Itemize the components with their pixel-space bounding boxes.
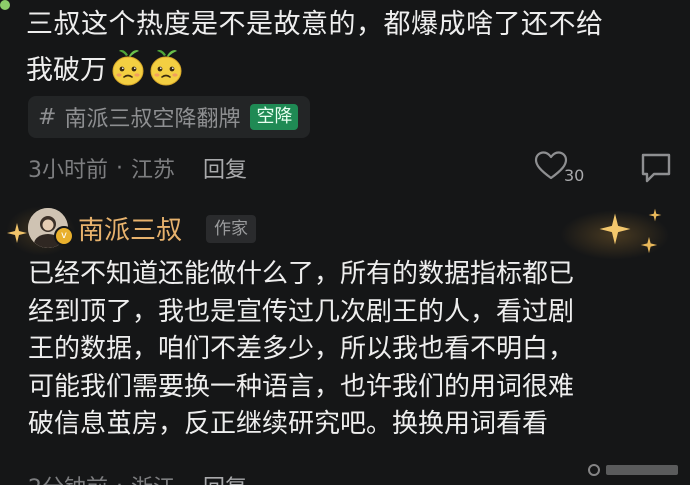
comment-2-meta: 2分钟前 · 浙江 回复 — [28, 471, 247, 485]
topic-tag-text: 南派三叔空降翻牌 — [64, 107, 241, 132]
comment-2-text-line: 王的数据，咱们不差多少，所以我也看不明白， — [28, 334, 575, 364]
comment-2-location: 浙江 — [131, 470, 175, 485]
status-dot — [0, 0, 10, 10]
lemon-face-emoji-icon — [111, 47, 145, 87]
comment-bubble-icon[interactable] — [638, 150, 674, 186]
comment-2-text-line: 经到顶了，我也是宣传过几次剧王的人，看过剧 — [28, 296, 575, 327]
topic-tag[interactable]: # 南派三叔空降翻牌 空降 — [28, 96, 311, 138]
comment-1-meta: 3小时前 · 江苏 回复 — [28, 150, 247, 186]
comment-2-text: 已经不知道还能做什么了，所有的数据指标都已 经到顶了，我也是宣传过几次剧王的人，… — [28, 256, 668, 444]
comment-1-text-line-2-wrap: 我破万 — [26, 46, 183, 88]
hashtag-icon: # — [38, 104, 57, 130]
lemon-face-emoji-icon — [149, 47, 183, 87]
comment-2-text-line: 已经不知道还能做什么了，所有的数据指标都已 — [28, 259, 575, 289]
comment-2-text-line: 破信息茧房，反正继续研究吧。换换用词看看 — [28, 409, 549, 439]
comment-2-text-line: 可能我们需要换一种语言，也许我们的用词很难 — [28, 371, 575, 402]
comment-1-text-line-2: 我破万 — [26, 54, 107, 86]
comment-2-reply-button[interactable]: 回复 — [203, 470, 247, 485]
sparkle-icon — [599, 213, 631, 245]
meta-separator: · — [116, 155, 123, 181]
author-name[interactable]: 南派三叔 — [78, 206, 182, 250]
verified-badge-icon: v — [54, 226, 74, 246]
sparkle-icon — [7, 223, 27, 243]
comment-1-reply-button[interactable]: 回复 — [203, 152, 247, 184]
comment-1-like-count: 30 — [564, 165, 585, 185]
heart-icon — [534, 150, 568, 186]
author-role-badge: 作家 — [206, 215, 256, 243]
comment-1-location: 江苏 — [131, 158, 176, 183]
comment-1-time: 3小时前 — [28, 158, 108, 183]
sparkle-icon — [640, 236, 658, 254]
meta-separator: · — [116, 474, 123, 485]
watermark-logo-icon — [586, 456, 684, 484]
topic-tag-badge: 空降 — [250, 104, 299, 130]
sparkle-icon — [648, 208, 662, 222]
comment-2-time: 2分钟前 — [28, 470, 108, 485]
comment-1-text-line-1: 三叔这个热度是不是故意的，都爆成啥了还不给 — [26, 9, 604, 40]
comment-1-like-button[interactable]: 30 — [534, 150, 584, 186]
comment-thread: 三叔这个热度是不是故意的，都爆成啥了还不给 我破万 # 南派三叔空降翻牌 空降 … — [0, 0, 690, 485]
